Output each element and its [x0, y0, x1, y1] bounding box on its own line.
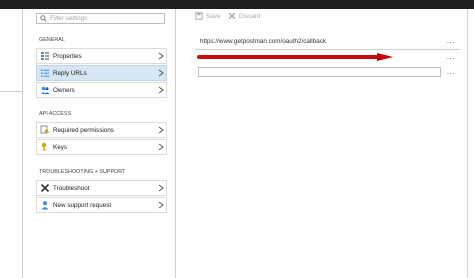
- divider: [0, 91, 22, 92]
- menu-item-label: Properties: [53, 52, 82, 60]
- save-label: Save: [206, 12, 221, 20]
- menu-item-label: Reply URLs: [53, 69, 87, 77]
- discard-label: Discard: [239, 12, 261, 20]
- divider: [22, 9, 23, 278]
- key-icon: [41, 142, 47, 151]
- menu-item-owners[interactable]: Owners: [36, 82, 167, 98]
- menu-item-troubleshoot[interactable]: Troubleshoot: [36, 180, 167, 196]
- chevron-right-icon: [158, 201, 164, 209]
- reply-url-row: ...: [195, 66, 460, 78]
- chevron-right-icon: [158, 184, 164, 192]
- section-title-api-access: API ACCESS: [39, 111, 72, 117]
- menu-item-required-permissions[interactable]: Required permissions: [36, 122, 167, 138]
- top-bar: [0, 0, 474, 9]
- key-permissions-icon: [40, 125, 50, 134]
- new-reply-url-input[interactable]: [198, 67, 441, 77]
- chevron-right-icon: [158, 86, 164, 94]
- section-title-troubleshooting: TROUBLESHOOTING + SUPPORT: [39, 169, 126, 175]
- discard-icon: [228, 12, 236, 20]
- chevron-right-icon: [158, 52, 164, 60]
- menu-item-label: New support request: [53, 201, 112, 209]
- chevron-right-icon: [158, 143, 164, 151]
- menu-item-label: Required permissions: [53, 126, 114, 134]
- chevron-right-icon: [158, 69, 164, 77]
- support-icon: [41, 201, 49, 210]
- properties-icon: [41, 52, 49, 60]
- search-icon: [40, 15, 47, 22]
- more-options-icon[interactable]: ...: [447, 67, 455, 76]
- wrench-icon: [40, 183, 50, 193]
- discard-button[interactable]: Discard: [228, 12, 260, 20]
- section-title-general: GENERAL: [39, 37, 65, 43]
- filter-settings-input[interactable]: Filter settings: [36, 13, 165, 24]
- reply-url-row: https://www.getpostman.com/oauth2/callba…: [195, 35, 460, 47]
- divider: [175, 9, 176, 278]
- red-arrow-icon: [377, 53, 393, 61]
- more-options-icon[interactable]: ...: [447, 52, 455, 61]
- menu-item-label: Owners: [53, 86, 75, 94]
- people-icon: [40, 86, 50, 94]
- reply-url-value[interactable]: https://www.getpostman.com/oauth2/callba…: [200, 38, 326, 45]
- redaction-mark: [197, 55, 387, 59]
- search-placeholder: Filter settings: [50, 15, 88, 22]
- list-icon: [41, 69, 49, 77]
- divider: [195, 49, 460, 50]
- menu-item-label: Keys: [53, 143, 67, 151]
- menu-item-label: Troubleshoot: [53, 184, 90, 192]
- menu-item-new-support-request[interactable]: New support request: [36, 197, 167, 213]
- divider: [467, 9, 468, 278]
- chevron-right-icon: [158, 126, 164, 134]
- save-button[interactable]: Save: [195, 12, 220, 20]
- menu-item-properties[interactable]: Properties: [36, 48, 167, 64]
- menu-item-keys[interactable]: Keys: [36, 139, 167, 155]
- more-options-icon[interactable]: ...: [447, 36, 455, 45]
- menu-item-reply-urls[interactable]: Reply URLs: [36, 65, 167, 81]
- save-icon: [195, 12, 203, 20]
